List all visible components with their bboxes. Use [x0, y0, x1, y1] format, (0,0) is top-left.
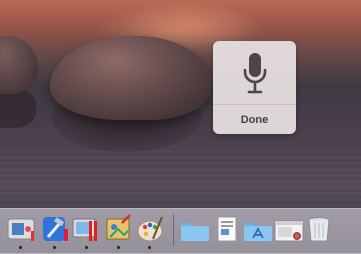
running-indicator: [85, 246, 88, 249]
documents-stack-icon[interactable]: [212, 211, 242, 245]
dock-separator: [173, 214, 174, 246]
main-rock: [50, 36, 212, 120]
dictation-panel: Done: [213, 41, 296, 134]
system-preferences-icon[interactable]: [6, 211, 36, 249]
microphone-icon: [243, 53, 267, 94]
dock: [0, 208, 361, 254]
done-button[interactable]: Done: [213, 105, 296, 134]
running-indicator: [19, 246, 22, 249]
preview-icon[interactable]: [72, 211, 102, 249]
running-indicator: [53, 246, 56, 249]
left-rock-reflection: [0, 88, 36, 128]
photo-editor-icon[interactable]: [104, 211, 134, 249]
browser-window-icon[interactable]: [274, 211, 304, 245]
folder-icon[interactable]: [180, 211, 210, 245]
running-indicator: [148, 246, 151, 249]
applications-folder-icon[interactable]: [243, 211, 273, 245]
paint-palette-icon[interactable]: [135, 211, 165, 249]
left-rock: [0, 36, 38, 94]
water-ripples: [0, 150, 361, 210]
xcode-icon[interactable]: [40, 211, 70, 249]
trash-icon[interactable]: [304, 211, 334, 245]
running-indicator: [117, 246, 120, 249]
